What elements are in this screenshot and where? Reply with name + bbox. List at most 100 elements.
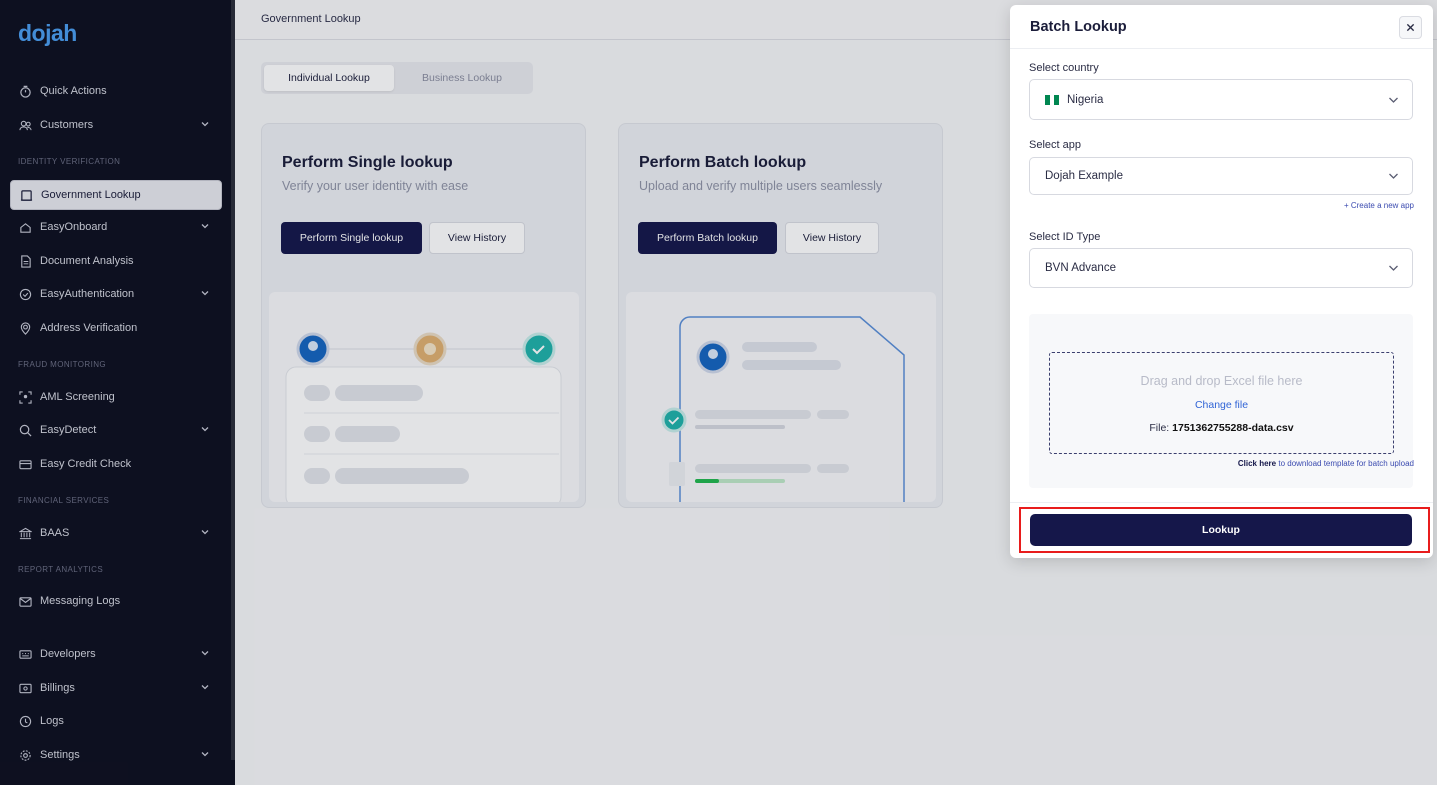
- change-file-link[interactable]: Change file: [1050, 399, 1393, 411]
- section-financial-services: FINANCIAL SERVICES: [18, 496, 110, 505]
- users-icon: [19, 119, 32, 132]
- sidebar-item-customers[interactable]: Customers: [10, 111, 222, 139]
- app-select[interactable]: Dojah Example: [1029, 157, 1413, 195]
- selected-file: File: 1751362755288-data.csv: [1050, 422, 1393, 434]
- card-title: Perform Batch lookup: [639, 154, 807, 171]
- onboard-icon: [19, 221, 32, 234]
- sidebar-item-label: Document Analysis: [40, 255, 134, 267]
- chevron-down-icon: [201, 427, 209, 432]
- id-type-select[interactable]: BVN Advance: [1029, 248, 1413, 288]
- sidebar-item-billings[interactable]: Billings: [10, 674, 222, 702]
- sidebar-item-label: Government Lookup: [41, 189, 141, 201]
- document-icon: [19, 254, 32, 268]
- location-icon: [19, 321, 32, 335]
- section-fraud-monitoring: FRAUD MONITORING: [18, 360, 107, 369]
- scan-face-icon: [19, 390, 32, 404]
- app-label: Select app: [1029, 139, 1081, 151]
- sidebar-item-label: EasyDetect: [40, 424, 97, 436]
- file-name: 1751362755288-data.csv: [1172, 422, 1294, 434]
- single-lookup-card: Perform Single lookup Verify your user i…: [261, 123, 586, 508]
- country-value: Nigeria: [1067, 93, 1104, 106]
- id-type-value: BVN Advance: [1045, 262, 1116, 274]
- file-prefix: File:: [1149, 422, 1170, 434]
- billing-icon: [19, 682, 32, 695]
- sidebar-item-address-verification[interactable]: Address Verification: [10, 314, 222, 342]
- chevron-down-icon: [201, 291, 209, 296]
- nigeria-flag-icon: [1045, 94, 1060, 105]
- sidebar-item-label: AML Screening: [40, 391, 115, 403]
- close-icon: [1406, 23, 1415, 32]
- perform-single-lookup-button[interactable]: Perform Single lookup: [281, 222, 422, 254]
- sidebar-item-logs[interactable]: Logs: [10, 707, 222, 735]
- tab-individual-lookup[interactable]: Individual Lookup: [264, 65, 394, 91]
- sidebar-item-easyauthentication[interactable]: EasyAuthentication: [10, 280, 222, 308]
- batch-lookup-modal: Batch Lookup Select country Nigeria Sele…: [1010, 5, 1433, 558]
- sidebar-item-label: BAAS: [40, 527, 70, 539]
- chevron-down-icon: [201, 122, 209, 127]
- chevron-down-icon: [1389, 265, 1398, 271]
- download-template-link[interactable]: Click here: [1238, 459, 1276, 468]
- section-report-analytics: REPORT ANALYTICS: [18, 565, 104, 574]
- card-subtitle: Verify your user identity with ease: [282, 179, 469, 193]
- mail-icon: [19, 595, 32, 608]
- sidebar-item-label: Address Verification: [40, 322, 138, 334]
- check-badge-icon: [19, 288, 32, 301]
- modal-header: Batch Lookup: [1010, 5, 1433, 49]
- sidebar-item-easy-credit-check[interactable]: Easy Credit Check: [10, 450, 222, 478]
- dev-icon: [19, 648, 32, 661]
- chevron-down-icon: [201, 530, 209, 535]
- sidebar-item-label: Easy Credit Check: [40, 458, 132, 470]
- bank-icon: [19, 527, 32, 540]
- section-identity-verification: IDENTITY VERIFICATION: [18, 157, 121, 166]
- sidebar-item-easydetect[interactable]: EasyDetect: [10, 416, 222, 444]
- modal-title: Batch Lookup: [1030, 19, 1127, 35]
- sidebar-item-baas[interactable]: BAAS: [10, 519, 222, 547]
- close-button[interactable]: [1399, 16, 1422, 39]
- sidebar-item-easyonboard[interactable]: EasyOnboard: [10, 213, 222, 241]
- chevron-down-icon: [201, 752, 209, 757]
- id-card-icon: [20, 189, 33, 202]
- sidebar-item-messaging-logs[interactable]: Messaging Logs: [10, 587, 222, 615]
- chevron-down-icon: [201, 651, 209, 656]
- tab-business-lookup[interactable]: Business Lookup: [394, 65, 530, 91]
- chevron-down-icon: [1389, 173, 1398, 179]
- card-subtitle: Upload and verify multiple users seamles…: [639, 179, 883, 193]
- page-title: Government Lookup: [261, 13, 361, 25]
- sidebar-item-label: Quick Actions: [40, 85, 107, 97]
- lookup-tabs: Individual Lookup Business Lookup: [261, 62, 533, 94]
- chevron-down-icon: [1389, 97, 1398, 103]
- sidebar-item-document-analysis[interactable]: Document Analysis: [10, 247, 222, 275]
- download-template: Click here to download template for batc…: [1238, 459, 1414, 468]
- credit-card-icon: [19, 458, 32, 471]
- batch-lookup-illustration: [626, 292, 936, 502]
- gear-icon: [19, 749, 32, 762]
- app-value: Dojah Example: [1045, 170, 1123, 182]
- chevron-down-icon: [201, 685, 209, 690]
- sidebar-item-label: Developers: [40, 648, 96, 660]
- sidebar-item-label: Customers: [40, 119, 94, 131]
- sidebar-item-aml-screening[interactable]: AML Screening: [10, 383, 222, 411]
- highlight-box: [1019, 507, 1430, 553]
- view-history-button[interactable]: View History: [429, 222, 525, 254]
- view-history-button[interactable]: View History: [785, 222, 879, 254]
- sidebar-item-developers[interactable]: Developers: [10, 640, 222, 668]
- file-dropzone[interactable]: Drag and drop Excel file here Change fil…: [1049, 352, 1394, 454]
- single-lookup-illustration: [269, 292, 579, 502]
- sidebar-item-settings[interactable]: Settings: [10, 741, 222, 769]
- chevron-down-icon: [201, 224, 209, 229]
- country-select[interactable]: Nigeria: [1029, 79, 1413, 120]
- sidebar-item-label: Messaging Logs: [40, 595, 121, 607]
- sidebar-item-label: EasyOnboard: [40, 221, 108, 233]
- search-icon: [19, 424, 32, 437]
- logs-icon: [19, 715, 32, 728]
- sidebar-item-government-lookup[interactable]: Government Lookup: [10, 180, 222, 210]
- create-new-app-link[interactable]: + Create a new app: [1344, 201, 1414, 210]
- country-label: Select country: [1029, 62, 1099, 74]
- sidebar-item-label: EasyAuthentication: [40, 288, 135, 300]
- sidebar-item-quick-actions[interactable]: Quick Actions: [10, 77, 222, 105]
- dojah-logo[interactable]: dojah: [18, 20, 77, 47]
- perform-batch-lookup-button[interactable]: Perform Batch lookup: [638, 222, 777, 254]
- sidebar-item-label: Logs: [40, 715, 64, 727]
- batch-lookup-card: Perform Batch lookup Upload and verify m…: [618, 123, 943, 508]
- card-title: Perform Single lookup: [282, 154, 453, 171]
